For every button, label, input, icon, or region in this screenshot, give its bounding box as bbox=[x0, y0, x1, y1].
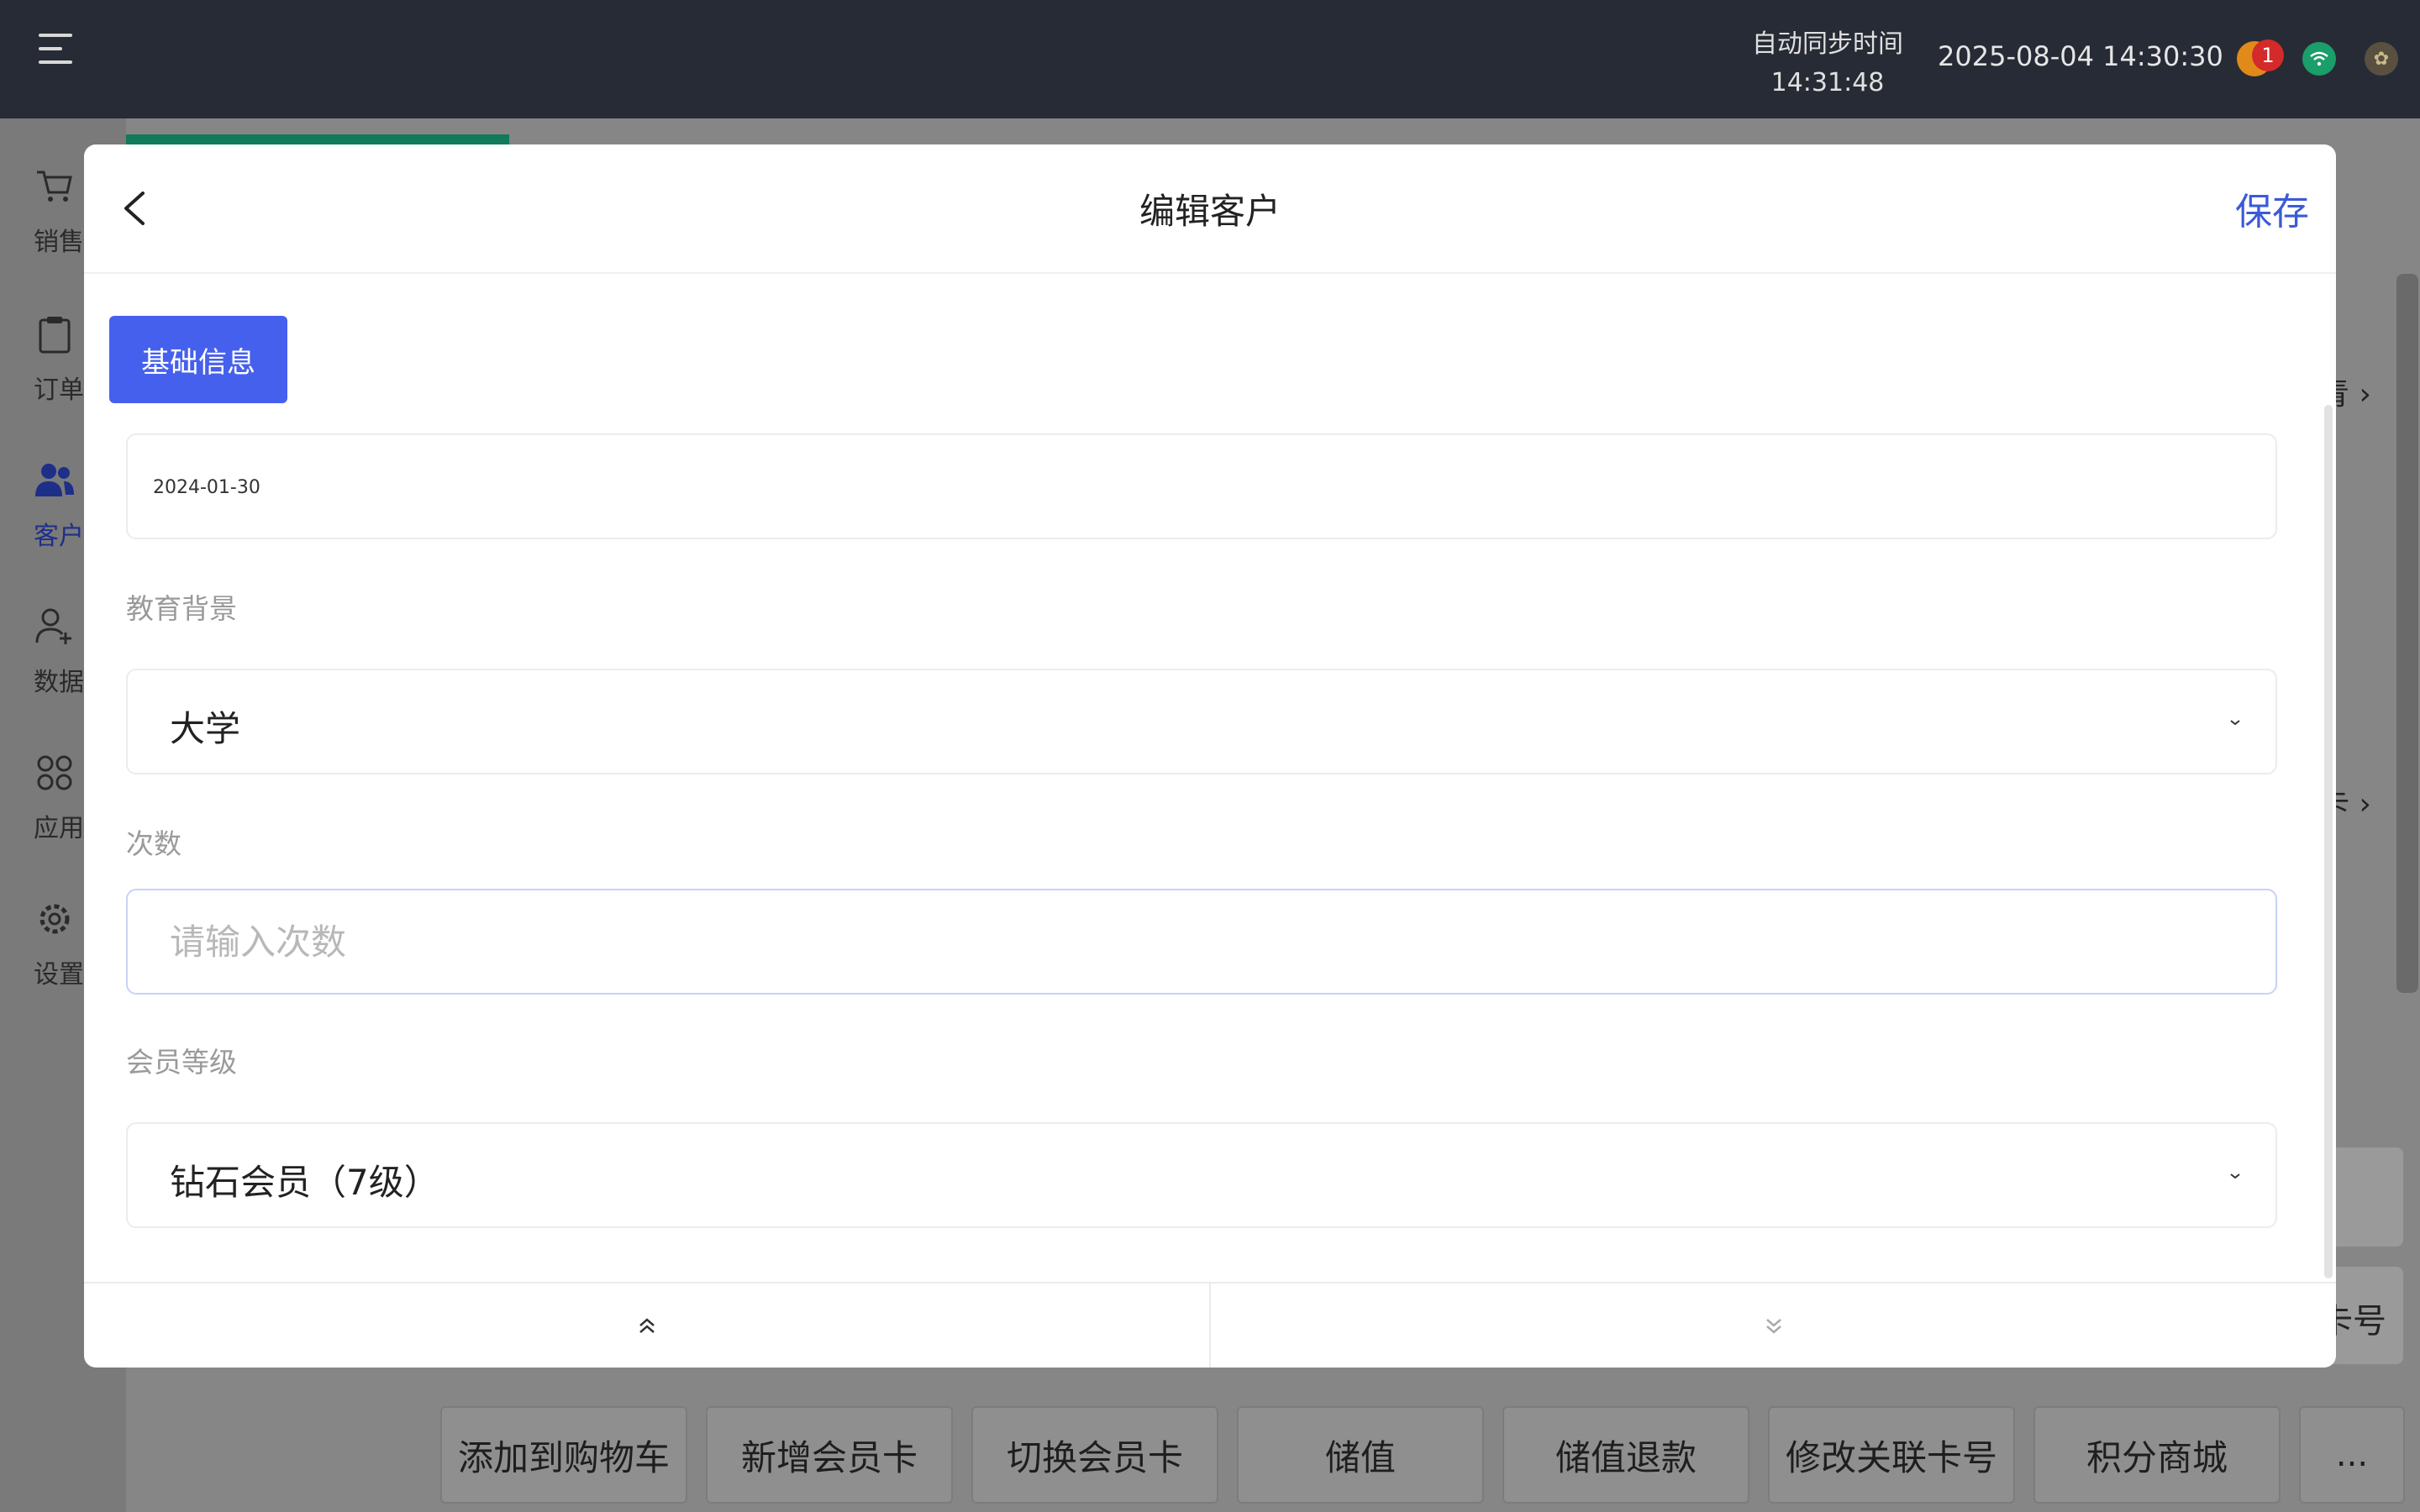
sync-label: 自动同步时间 bbox=[1752, 29, 1903, 59]
switch-member-card-button[interactable]: 切换会员卡 bbox=[971, 1406, 1218, 1504]
refund-balance-button[interactable]: 储值退款 bbox=[1502, 1406, 1749, 1504]
status-icons: 1 ✿ bbox=[2237, 39, 2398, 77]
top-bar: 自动同步时间 14:31:48 2025-08-04 14:30:30 1 ✿ bbox=[0, 0, 2420, 118]
user-add-icon bbox=[35, 608, 71, 644]
menu-icon[interactable] bbox=[39, 34, 76, 67]
count-label: 次数 bbox=[126, 827, 182, 860]
double-chevron-down-icon bbox=[1765, 1319, 1781, 1334]
customer-action-bar: 添加到购物车 新增会员卡 切换会员卡 储值 储值退款 修改关联卡号 积分商城 .… bbox=[440, 1406, 2405, 1504]
chevron-down-icon bbox=[2230, 1173, 2240, 1179]
scroll-up-button[interactable] bbox=[84, 1284, 1211, 1368]
points-mall-button[interactable]: 积分商城 bbox=[2033, 1406, 2281, 1504]
modal-scrollbar[interactable] bbox=[2324, 405, 2333, 1278]
top-up-button[interactable]: 储值 bbox=[1237, 1406, 1484, 1504]
more-button[interactable]: ... bbox=[2299, 1406, 2405, 1504]
new-member-card-button[interactable]: 新增会员卡 bbox=[706, 1406, 953, 1504]
clipboard-icon bbox=[39, 317, 71, 354]
sync-time: 14:31:48 bbox=[1770, 68, 1885, 97]
cart-icon bbox=[37, 171, 72, 202]
apps-icon bbox=[37, 755, 72, 790]
wifi-icon bbox=[2302, 42, 2336, 76]
modal-title: 编辑客户 bbox=[1139, 191, 1281, 232]
edit-customer-modal: 编辑客户 保存 基础信息 2024-01-30 教育背景 大学 次数 会员等级 … bbox=[84, 144, 2336, 1368]
scroll-down-button[interactable] bbox=[1211, 1284, 2336, 1368]
date-value: 2024-01-30 bbox=[153, 477, 260, 498]
notification-badge: 1 bbox=[2252, 39, 2284, 71]
bell-icon[interactable]: 1 bbox=[2237, 39, 2284, 76]
date-field[interactable]: 2024-01-30 bbox=[126, 433, 2277, 539]
education-value: 大学 bbox=[170, 708, 241, 749]
count-input[interactable] bbox=[128, 890, 2275, 993]
member-level-select[interactable]: 钻石会员（7级） bbox=[126, 1122, 2277, 1228]
add-to-cart-button[interactable]: 添加到购物车 bbox=[440, 1406, 687, 1504]
sync-status: 自动同步时间 14:31:48 bbox=[1731, 25, 1924, 102]
member-level-label: 会员等级 bbox=[126, 1046, 237, 1079]
users-icon bbox=[35, 464, 74, 496]
education-select[interactable]: 大学 bbox=[126, 669, 2277, 774]
edit-linked-card-button[interactable]: 修改关联卡号 bbox=[1768, 1406, 2015, 1504]
avatar[interactable]: ✿ bbox=[2365, 42, 2398, 76]
chevron-down-icon bbox=[2230, 720, 2240, 726]
double-chevron-up-icon bbox=[639, 1318, 655, 1333]
background-scrollbar[interactable] bbox=[2396, 274, 2418, 993]
count-field[interactable] bbox=[126, 889, 2277, 995]
tab-basic-info[interactable]: 基础信息 bbox=[109, 316, 287, 403]
save-button[interactable]: 保存 bbox=[2235, 181, 2309, 235]
modal-footer bbox=[84, 1282, 2336, 1368]
modal-header: 编辑客户 保存 bbox=[84, 144, 2336, 274]
current-datetime: 2025-08-04 14:30:30 bbox=[1938, 40, 2223, 72]
member-level-value: 钻石会员（7级） bbox=[170, 1162, 439, 1203]
gear-icon bbox=[39, 904, 70, 934]
education-label: 教育背景 bbox=[126, 592, 237, 625]
